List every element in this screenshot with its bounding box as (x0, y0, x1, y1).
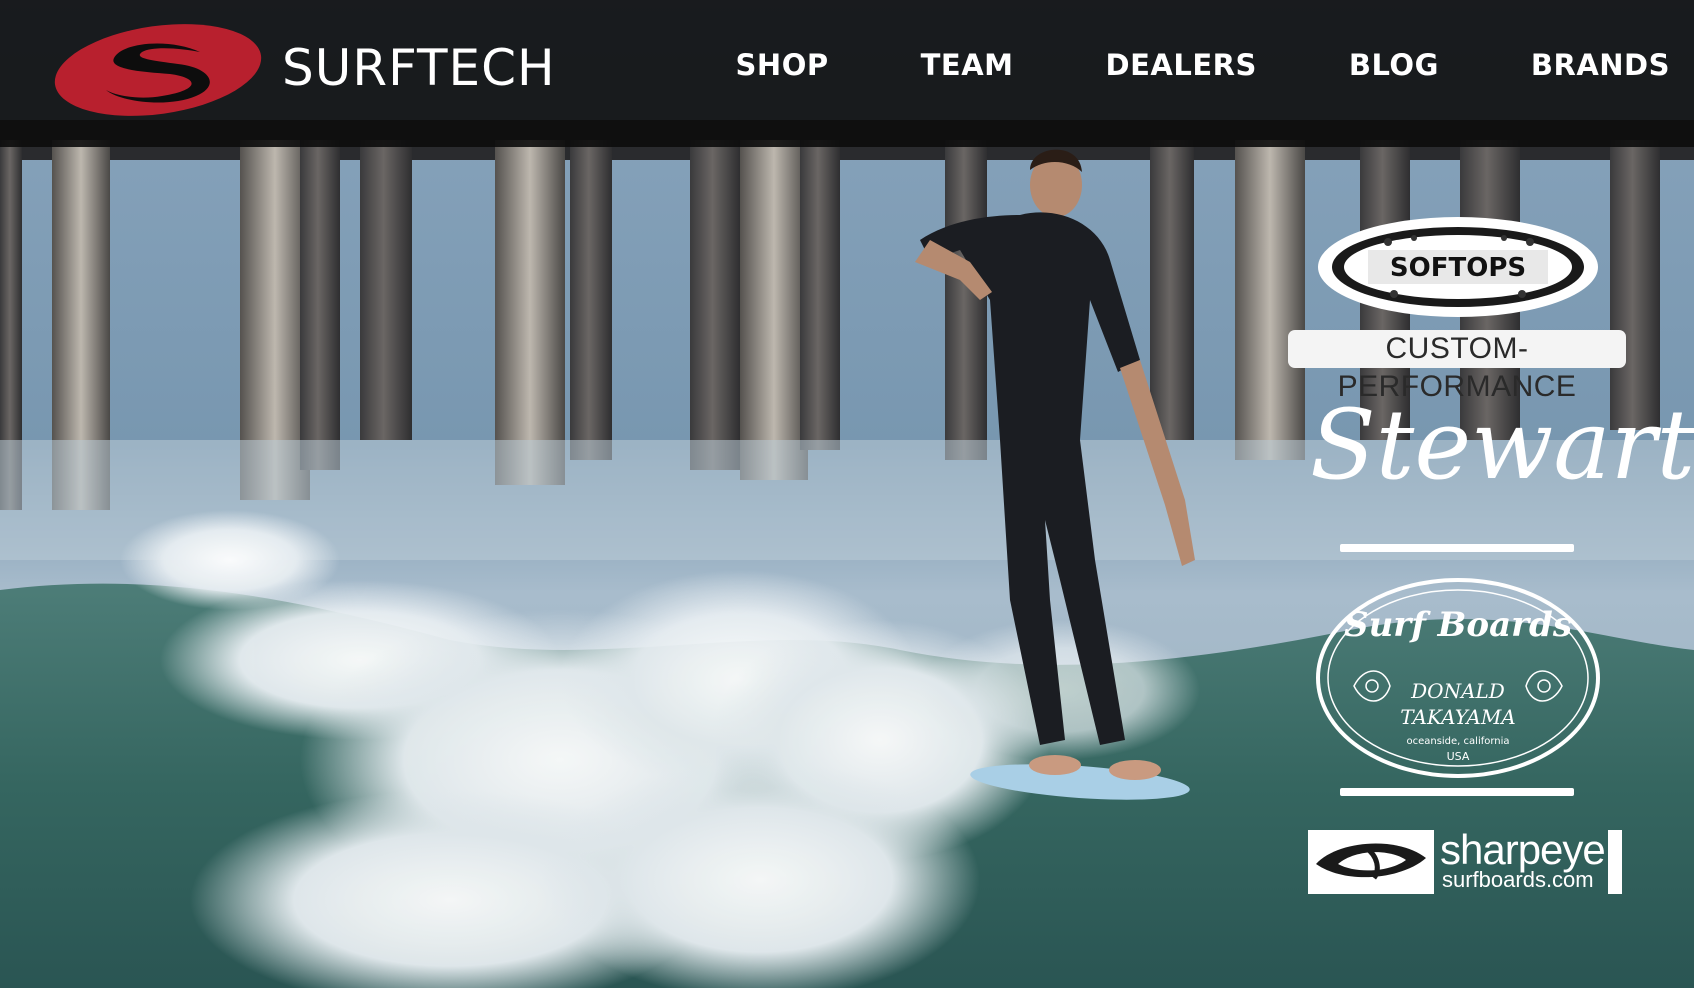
divider (1340, 788, 1574, 796)
softops-text: SOFTOPS (1390, 253, 1526, 283)
divider (1340, 544, 1574, 552)
nav-team[interactable]: TEAM (921, 48, 1014, 82)
surftech-s-icon (54, 24, 262, 116)
softops-logo[interactable]: SOFTOPS (1314, 212, 1602, 322)
nav-blog[interactable]: BLOG (1349, 48, 1439, 82)
takayama-location: oceanside, california (1406, 736, 1509, 747)
takayama-line2: TAKAYAMA (1400, 705, 1515, 729)
stewart-logo[interactable]: Stewart (1310, 390, 1694, 500)
brand-name: SURFTECH (282, 39, 556, 97)
sharpeye-logo[interactable]: sharpeye surfboards.com (1308, 826, 1622, 896)
nav-shop[interactable]: SHOP (736, 48, 829, 82)
takayama-line1: DONALD (1410, 679, 1505, 703)
takayama-country: USA (1447, 750, 1470, 763)
brand-logos: SOFTOPS CUSTOM-PERFORMANCE Stewart Surf … (1280, 208, 1694, 908)
sharpeye-eye-icon (1308, 830, 1434, 894)
takayama-logo[interactable]: Surf Boards DONALD TAKAYAMA oceanside, c… (1314, 576, 1602, 780)
takayama-title: Surf Boards (1344, 605, 1572, 645)
custom-performance-logo[interactable]: CUSTOM-PERFORMANCE (1288, 330, 1626, 403)
sharpeye-bar (1608, 830, 1622, 894)
surftech-logo[interactable]: SURFTECH (50, 16, 570, 126)
site-header: SURFTECH SHOP TEAM DEALERS BLOG BRANDS (0, 0, 1694, 147)
nav-dealers[interactable]: DEALERS (1106, 48, 1257, 82)
sharpeye-domain: surfboards.com (1442, 867, 1594, 892)
main-nav: SHOP TEAM DEALERS BLOG BRANDS (736, 40, 1670, 90)
nav-brands[interactable]: BRANDS (1531, 48, 1670, 82)
